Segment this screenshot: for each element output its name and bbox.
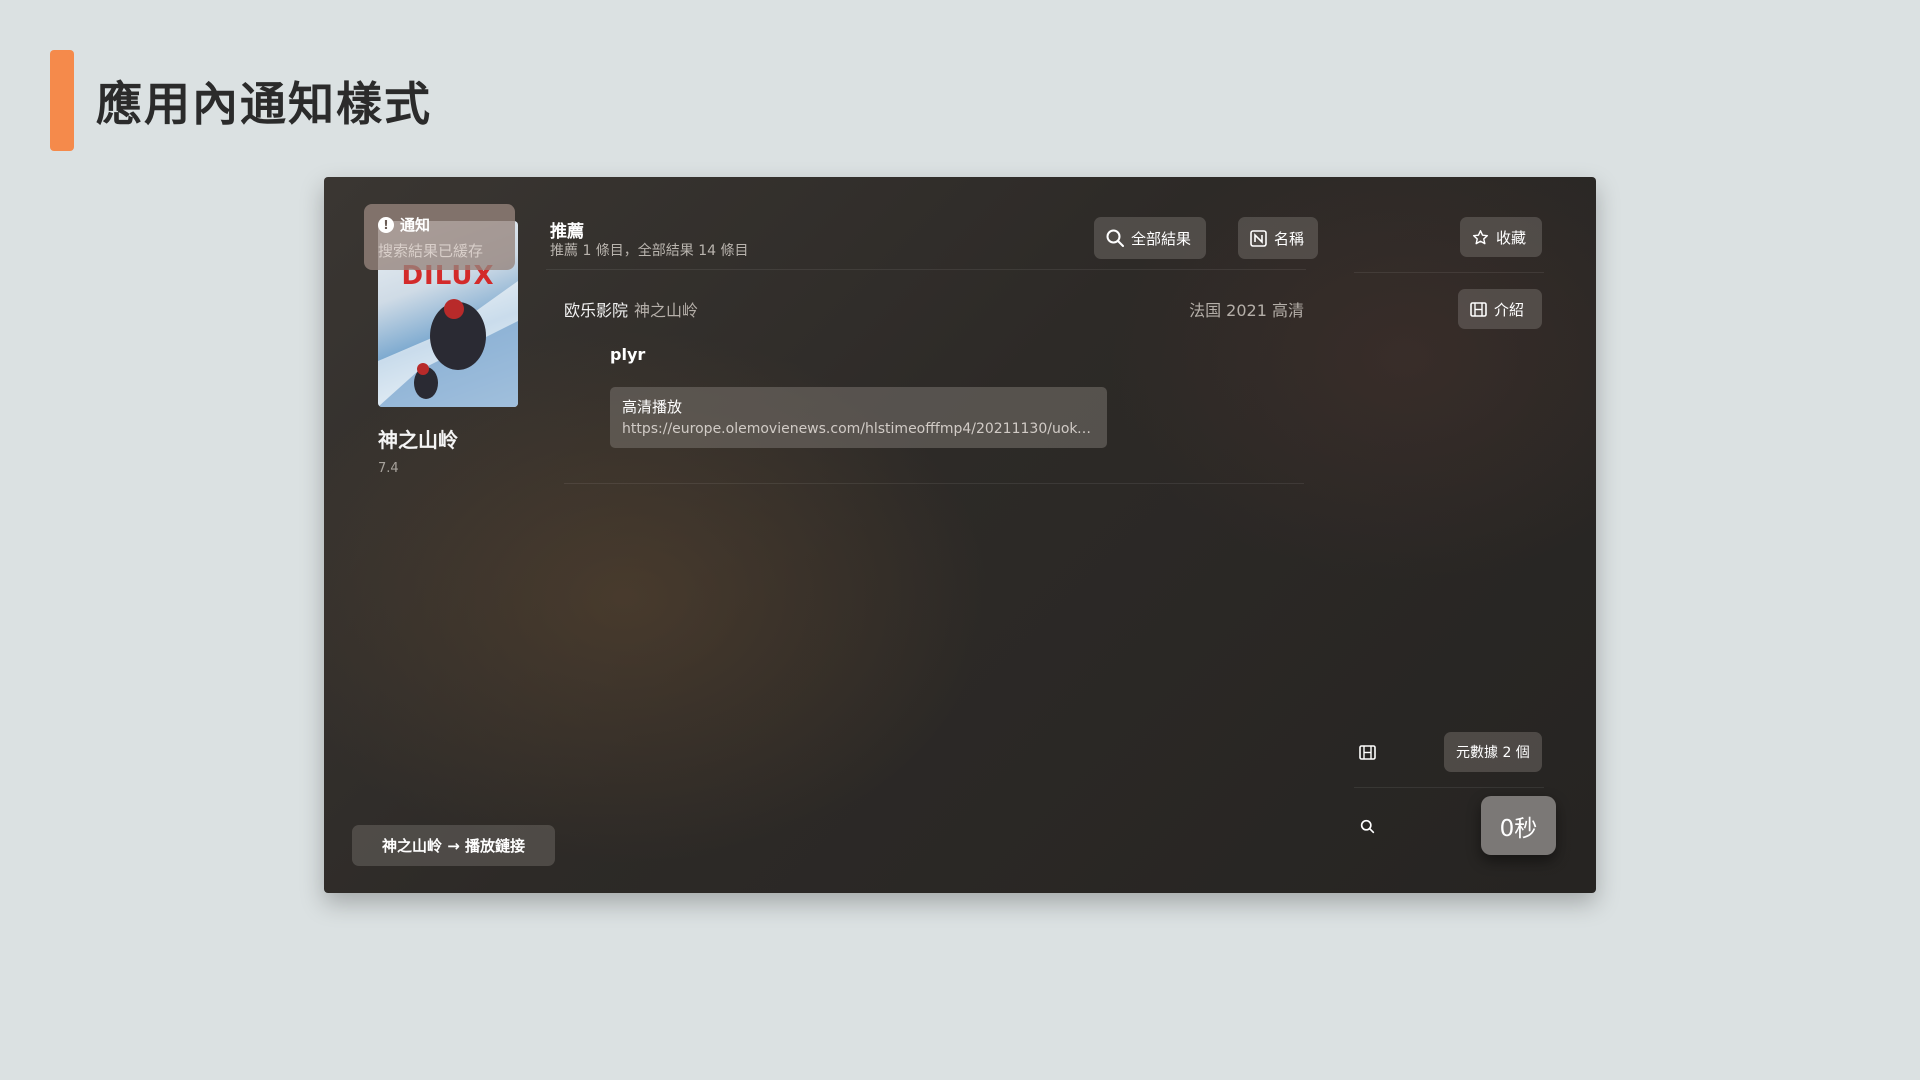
toast-title: 通知 bbox=[400, 216, 431, 234]
play-link-card[interactable]: 高清播放 https://europe.olemovienews.com/hls… bbox=[610, 387, 1107, 448]
divider-top-right bbox=[1354, 272, 1544, 273]
result-row[interactable]: 欧乐影院 神之山岭 法国 2021 高清 bbox=[564, 297, 1304, 321]
favorite-label: 收藏 bbox=[1496, 228, 1527, 247]
intro-label: 介紹 bbox=[1494, 300, 1525, 319]
section-subtitle: 推薦 1 條目，全部結果 14 條目 bbox=[550, 243, 749, 259]
movie-title: 神之山岭 bbox=[378, 428, 458, 452]
film-icon[interactable] bbox=[1357, 742, 1377, 762]
metadata-button[interactable]: 元數據 2 個 bbox=[1444, 732, 1542, 772]
accent-bar bbox=[50, 50, 74, 151]
divider-side-bottom bbox=[1354, 787, 1544, 788]
alert-icon: ! bbox=[378, 216, 394, 233]
intro-button[interactable]: 介紹 bbox=[1458, 289, 1542, 329]
search-icon[interactable] bbox=[1357, 816, 1377, 836]
movie-rating: 7.4 bbox=[378, 461, 399, 476]
name-sort-button[interactable]: 名稱 bbox=[1238, 217, 1318, 259]
divider-results-bottom bbox=[564, 483, 1304, 484]
result-source: 欧乐影院 bbox=[564, 301, 629, 320]
search-icon bbox=[1106, 229, 1124, 247]
star-icon bbox=[1472, 229, 1489, 246]
metadata-label: 元數據 2 個 bbox=[1456, 745, 1530, 761]
play-link-url: https://europe.olemovienews.com/hlstimeo… bbox=[622, 421, 1095, 437]
timer-badge: 0秒 bbox=[1481, 796, 1556, 855]
all-results-button[interactable]: 全部結果 bbox=[1094, 217, 1206, 259]
player-label: plyr bbox=[610, 345, 646, 364]
result-info: 法国 2021 高清 bbox=[1189, 301, 1304, 320]
all-results-label: 全部結果 bbox=[1131, 229, 1192, 248]
breadcrumb[interactable]: 神之山岭 → 播放鏈接 bbox=[352, 825, 555, 866]
favorite-button[interactable]: 收藏 bbox=[1460, 217, 1542, 257]
result-name: 神之山岭 bbox=[634, 301, 699, 320]
page-title: 應用內通知樣式 bbox=[96, 76, 432, 131]
toast-message: 搜索結果已緩存 bbox=[378, 242, 484, 260]
page-header: 應用內通知樣式 bbox=[50, 50, 432, 151]
play-link-title: 高清播放 bbox=[622, 398, 683, 416]
app-screen: DILUX 神之山岭 7.4 ! 通知 搜索結果已緩存 推薦 推薦 1 條目，全… bbox=[324, 177, 1596, 893]
name-label: 名稱 bbox=[1274, 229, 1305, 248]
name-letter-icon bbox=[1250, 229, 1267, 247]
section-title: 推薦 bbox=[550, 222, 584, 242]
film-icon bbox=[1470, 301, 1487, 317]
notification-toast[interactable]: ! 通知 搜索結果已緩存 bbox=[364, 204, 515, 270]
divider-top-left bbox=[546, 269, 1306, 270]
